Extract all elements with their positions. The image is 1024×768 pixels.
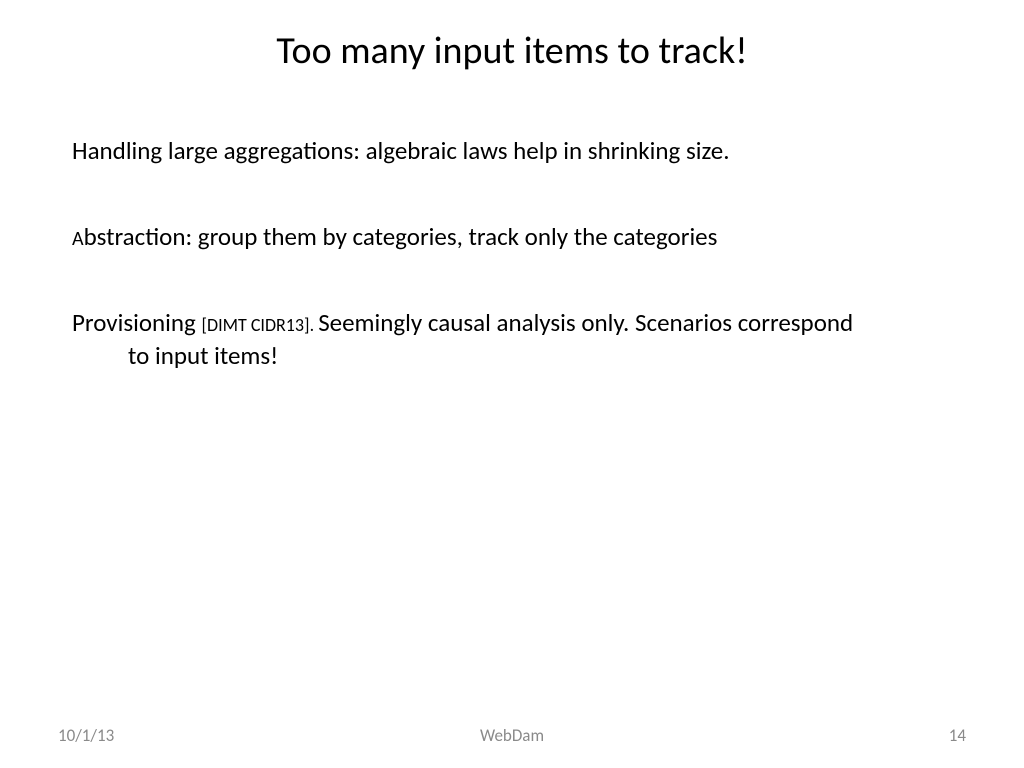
bullet-1: Handling large aggregations: algebraic l…: [72, 134, 952, 168]
bullet-3-continuation: to input items!: [72, 339, 952, 373]
footer-page-number: 14: [949, 725, 966, 746]
footer-center: WebDam: [480, 725, 544, 746]
bullet-3-main: Seemingly causal analysis only. Scenario…: [318, 307, 853, 338]
bullet-3-prefix: Provisioning: [72, 307, 201, 338]
slide-title: Too many input items to track!: [0, 0, 1024, 94]
footer-date: 10/1/13: [58, 725, 114, 746]
bullet-2: Abstraction: group them by categories, t…: [72, 220, 952, 254]
slide-footer: 10/1/13 WebDam 14: [0, 725, 1024, 746]
bullet-2-text: bstraction: group them by categories, tr…: [84, 221, 718, 252]
bullet-3: Provisioning [DIMT CIDR13]. Seemingly ca…: [72, 306, 952, 374]
bullet-1-text: Handling large aggregations: algebraic l…: [72, 135, 730, 166]
bullet-3-citation: [DIMT CIDR13].: [201, 314, 318, 336]
slide-content: Handling large aggregations: algebraic l…: [0, 94, 1024, 373]
bullet-2-prefix: A: [72, 227, 84, 251]
